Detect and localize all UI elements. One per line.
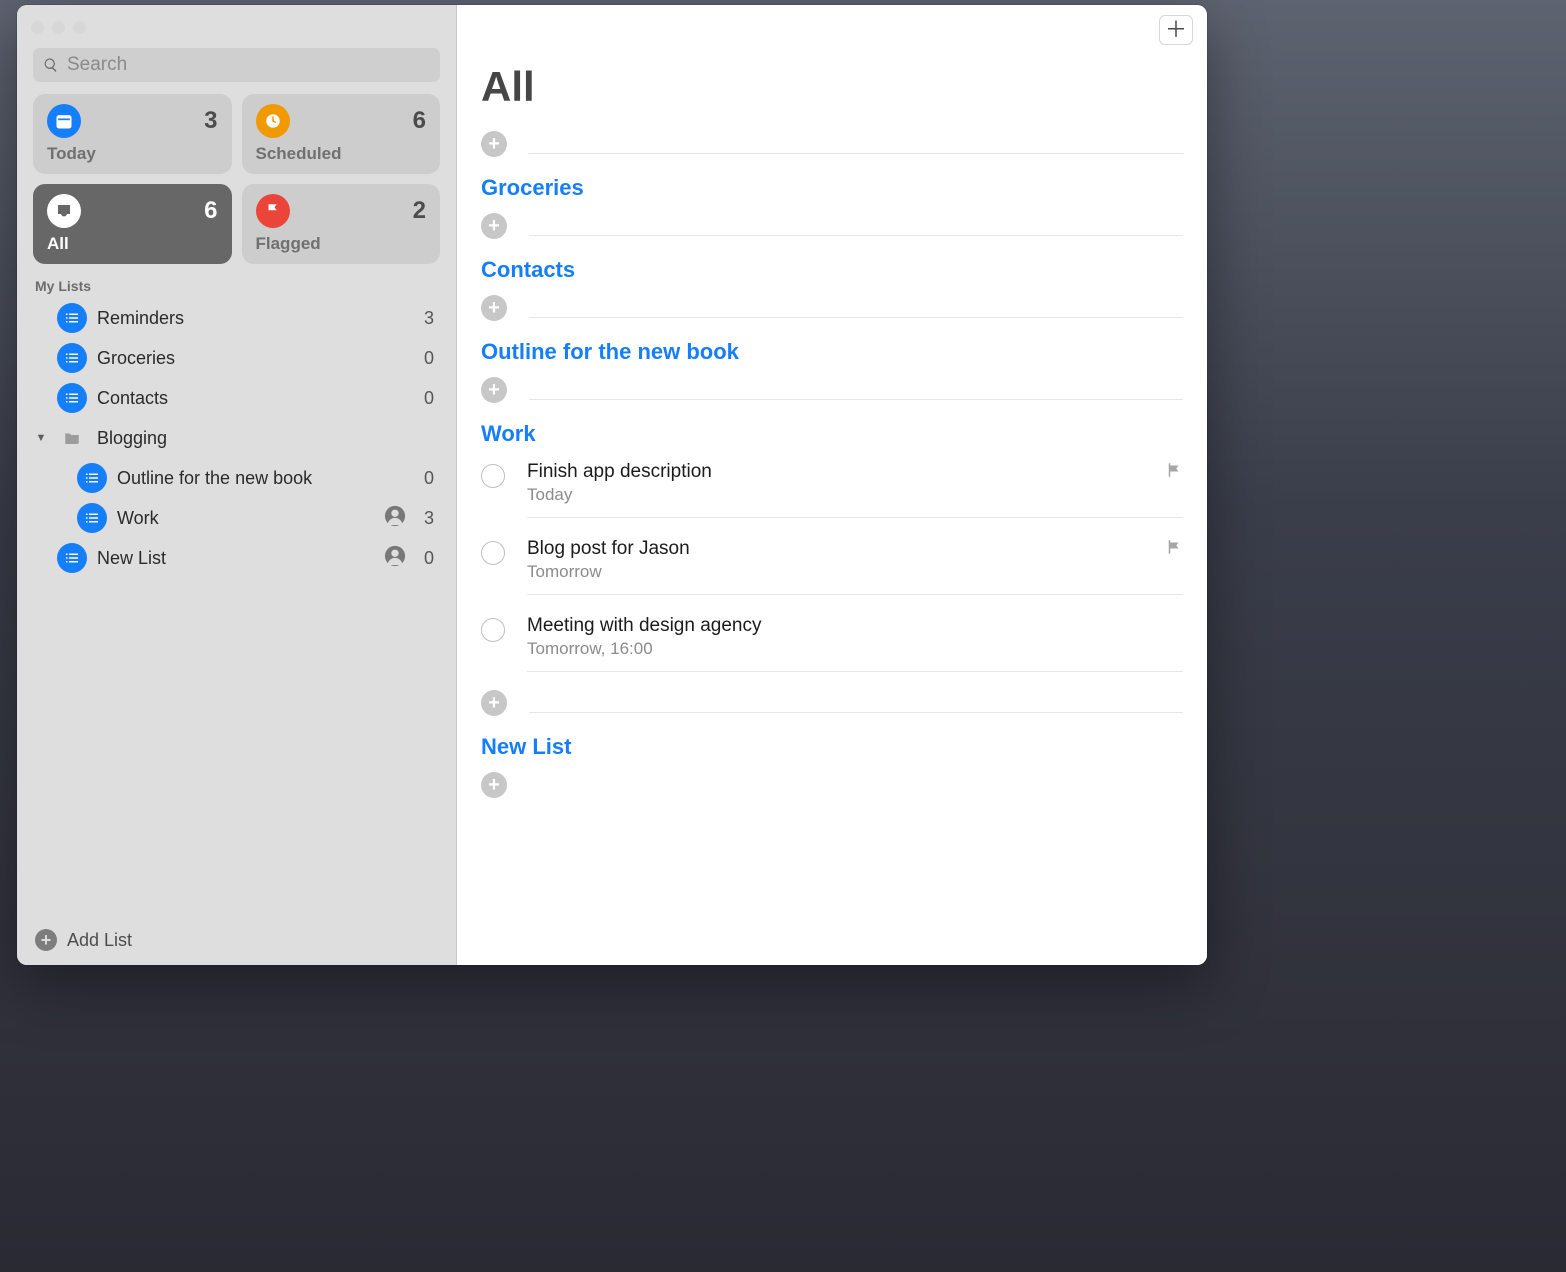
inbox-icon xyxy=(47,194,81,228)
search-field[interactable] xyxy=(33,48,440,82)
smartlist-flagged[interactable]: 2 Flagged xyxy=(242,184,441,264)
list-icon xyxy=(57,303,87,333)
sidebar-item-label: Outline for the new book xyxy=(117,468,406,489)
section-heading-groceries[interactable]: Groceries xyxy=(481,163,1183,205)
window-controls xyxy=(17,5,456,42)
sidebar-item-count: 3 xyxy=(416,308,440,329)
plus-circle-icon xyxy=(35,929,57,951)
sidebar-lists: Reminders 3 Groceries 0 Contacts 0 ▼ Blo… xyxy=(17,298,456,919)
section-heading-contacts[interactable]: Contacts xyxy=(481,245,1183,287)
sidebar-item-count: 0 xyxy=(416,548,440,569)
list-icon xyxy=(57,383,87,413)
task-checkbox[interactable] xyxy=(481,618,505,642)
list-icon xyxy=(77,503,107,533)
smartlist-today-count: 3 xyxy=(204,107,217,135)
task-checkbox[interactable] xyxy=(481,541,505,565)
page-title: All xyxy=(457,45,1207,123)
sidebar-item-label: Groceries xyxy=(97,348,406,369)
add-reminder-icon[interactable] xyxy=(481,131,507,157)
sidebar: 3 Today 6 Scheduled 6 xyxy=(17,5,457,965)
list-icon xyxy=(57,543,87,573)
close-window-button[interactable] xyxy=(31,21,44,34)
sidebar-item-new-list[interactable]: New List 0 xyxy=(17,538,440,578)
new-reminder-button[interactable]: ＋ xyxy=(1159,15,1193,45)
section-heading-new-list[interactable]: New List xyxy=(481,722,1183,764)
sidebar-item-count: 3 xyxy=(416,508,440,529)
section-heading-outline[interactable]: Outline for the new book xyxy=(481,327,1183,369)
flag-icon xyxy=(1165,538,1183,561)
flag-icon xyxy=(256,194,290,228)
smartlist-flagged-count: 2 xyxy=(413,197,426,225)
add-reminder-icon[interactable] xyxy=(481,772,507,798)
sidebar-item-label: Contacts xyxy=(97,388,406,409)
sidebar-item-count: 0 xyxy=(416,468,440,489)
my-lists-header: My Lists xyxy=(17,276,456,298)
folder-icon xyxy=(57,423,87,453)
reminders-window: 3 Today 6 Scheduled 6 xyxy=(17,5,1207,965)
smartlist-scheduled[interactable]: 6 Scheduled xyxy=(242,94,441,174)
disclosure-triangle-icon[interactable]: ▼ xyxy=(35,432,47,444)
calendar-icon xyxy=(47,104,81,138)
list-icon xyxy=(57,343,87,373)
sidebar-item-label: Reminders xyxy=(97,308,406,329)
clock-icon xyxy=(256,104,290,138)
main-pane: ＋ All Groceries Contacts Outline for the… xyxy=(457,5,1207,965)
add-reminder-icon[interactable] xyxy=(481,377,507,403)
add-reminder-icon[interactable] xyxy=(481,295,507,321)
shared-person-icon xyxy=(384,505,406,532)
zoom-window-button[interactable] xyxy=(73,21,86,34)
task-title: Meeting with design agency xyxy=(527,615,1183,637)
sidebar-item-outline[interactable]: Outline for the new book 0 xyxy=(17,458,440,498)
sidebar-item-count: 0 xyxy=(416,388,440,409)
task-row[interactable]: Finish app description Today xyxy=(481,451,1183,528)
list-icon xyxy=(77,463,107,493)
smartlist-scheduled-label: Scheduled xyxy=(256,144,427,164)
smartlist-all[interactable]: 6 All xyxy=(33,184,232,264)
task-title: Finish app description xyxy=(527,461,1165,483)
section-heading-work[interactable]: Work xyxy=(481,409,1183,451)
sidebar-item-count: 0 xyxy=(416,348,440,369)
sidebar-item-label: New List xyxy=(97,548,374,569)
sidebar-folder-blogging[interactable]: ▼ Blogging xyxy=(17,418,440,458)
smartlist-scheduled-count: 6 xyxy=(413,107,426,135)
task-checkbox[interactable] xyxy=(481,464,505,488)
task-title: Blog post for Jason xyxy=(527,538,1165,560)
task-subtitle: Today xyxy=(527,485,1165,505)
search-icon xyxy=(43,57,59,73)
search-input[interactable] xyxy=(67,54,430,76)
smartlist-today[interactable]: 3 Today xyxy=(33,94,232,174)
flag-icon xyxy=(1165,461,1183,484)
smartlist-flagged-label: Flagged xyxy=(256,234,427,254)
minimize-window-button[interactable] xyxy=(52,21,65,34)
add-reminder-icon[interactable] xyxy=(481,690,507,716)
sidebar-item-contacts[interactable]: Contacts 0 xyxy=(17,378,440,418)
sidebar-item-label: Blogging xyxy=(97,428,406,449)
task-row[interactable]: Blog post for Jason Tomorrow xyxy=(481,528,1183,605)
smartlist-today-label: Today xyxy=(47,144,218,164)
smartlist-all-count: 6 xyxy=(204,197,217,225)
sidebar-item-label: Work xyxy=(117,508,374,529)
add-list-label: Add List xyxy=(67,930,132,951)
sidebar-item-reminders[interactable]: Reminders 3 xyxy=(17,298,440,338)
task-subtitle: Tomorrow xyxy=(527,562,1165,582)
task-row[interactable]: Meeting with design agency Tomorrow, 16:… xyxy=(481,605,1183,682)
smartlist-all-label: All xyxy=(47,234,218,254)
add-list-button[interactable]: Add List xyxy=(17,919,456,965)
sidebar-item-groceries[interactable]: Groceries 0 xyxy=(17,338,440,378)
add-reminder-icon[interactable] xyxy=(481,213,507,239)
sidebar-item-work[interactable]: Work 3 xyxy=(17,498,440,538)
shared-person-icon xyxy=(384,545,406,572)
task-subtitle: Tomorrow, 16:00 xyxy=(527,639,1183,659)
